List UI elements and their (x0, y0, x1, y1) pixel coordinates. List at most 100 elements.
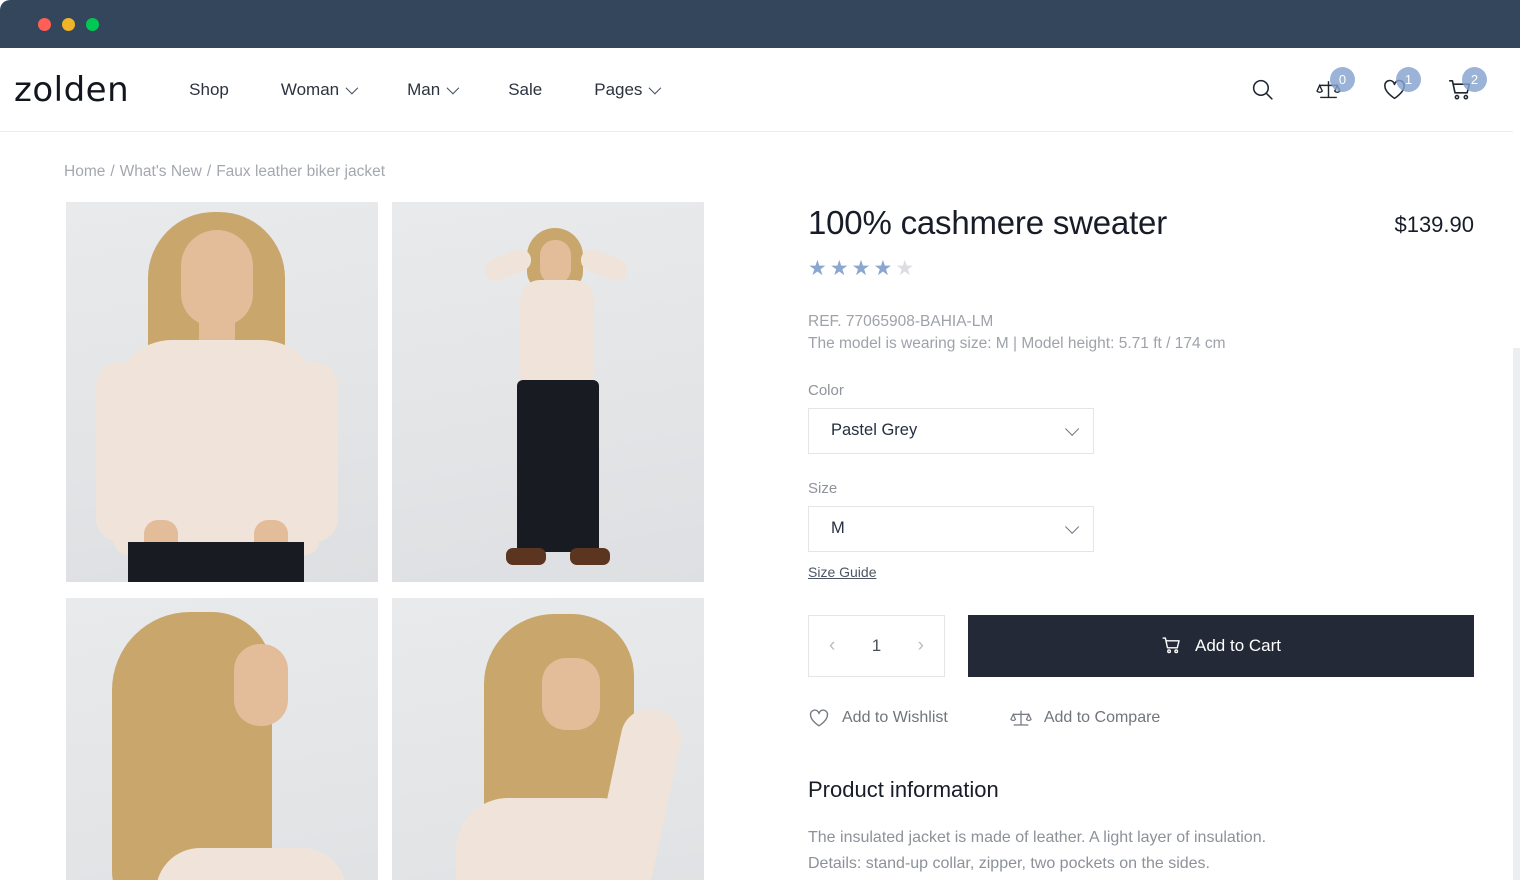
star-filled: ★ (829, 256, 850, 280)
purchase-row: ‹ 1 › Add to Cart (808, 614, 1474, 677)
model-sweater (114, 340, 319, 555)
color-field: Color Pastel Grey (808, 382, 1474, 454)
site-header: zolden Shop Woman Man Sale Pages 0 1 2 (0, 48, 1520, 132)
heart-icon (809, 709, 829, 727)
chevron-down-icon (648, 81, 662, 95)
scales-icon (1010, 710, 1032, 726)
chevron-down-icon (1065, 519, 1080, 534)
close-window-button[interactable] (38, 17, 51, 31)
add-to-wishlist-label: Add to Wishlist (842, 708, 948, 726)
model-hand-on-face (542, 658, 600, 730)
breadcrumb-item-home[interactable]: Home (64, 163, 105, 181)
nav-item-shop[interactable]: Shop (189, 80, 229, 100)
model-face (181, 230, 253, 326)
cart-badge: 2 (1462, 66, 1487, 92)
breadcrumb-separator: / (110, 163, 115, 180)
model-pants (517, 380, 599, 552)
minimize-window-button[interactable] (62, 17, 75, 31)
nav-item-woman[interactable]: Woman (280, 79, 359, 100)
nav-item-sale[interactable]: Sale (508, 80, 542, 100)
product-price: $139.90 (1394, 212, 1474, 237)
main-navigation: Shop Woman Man Sale Pages (189, 80, 1248, 100)
star-filled: ★ (808, 256, 828, 280)
page-scrollbar-track[interactable] (1513, 48, 1520, 880)
nav-label-pages: Pages (594, 79, 643, 99)
window-controls (38, 17, 99, 31)
rating-stars[interactable]: ★ ★ ★ ★ ★ (808, 256, 1474, 281)
product-information-body: The insulated jacket is made of leather.… (808, 825, 1474, 877)
search-button[interactable] (1248, 76, 1276, 104)
breadcrumb: Home / What's New / Faux leather biker j… (0, 132, 1520, 181)
product-image-1[interactable] (66, 202, 378, 582)
search-icon (1252, 79, 1273, 100)
quantity-value: 1 (871, 635, 882, 655)
model-face-profile (234, 644, 288, 726)
cart-icon (1162, 637, 1180, 654)
color-select[interactable]: Pastel Grey (808, 407, 1094, 454)
size-guide-link[interactable]: Size Guide (808, 564, 876, 580)
add-to-wishlist-button[interactable]: Add to Wishlist (808, 707, 948, 729)
compare-button[interactable]: 0 (1314, 66, 1355, 104)
nav-label-man: Man (407, 79, 441, 99)
add-to-cart-label: Add to Cart (1195, 635, 1281, 655)
size-label: Size (808, 479, 838, 497)
product-reference: REF. 77065908-BAHIA-LM (808, 312, 994, 330)
page-viewport: zolden Shop Woman Man Sale Pages 0 1 2 H… (0, 48, 1520, 880)
product-model-info: The model is wearing size: M | Model hei… (808, 335, 1226, 353)
star-filled: ★ (873, 256, 894, 280)
nav-item-man[interactable]: Man (407, 79, 460, 100)
product-details-panel: 100% cashmere sweater $139.90 ★ ★ ★ ★ ★ … (704, 202, 1474, 880)
wishlist-button[interactable]: 1 (1380, 66, 1421, 104)
title-row: 100% cashmere sweater $139.90 (808, 204, 1474, 242)
add-to-compare-label: Add to Compare (1043, 708, 1161, 726)
nav-label-woman: Woman (280, 79, 340, 99)
chevron-down-icon (446, 81, 460, 95)
description-line-1: The insulated jacket is made of leather.… (808, 828, 1267, 846)
nav-label-shop: Shop (189, 79, 229, 99)
wishlist-badge: 1 (1396, 66, 1421, 92)
cart-button[interactable]: 2 (1446, 66, 1487, 104)
model-face (540, 240, 571, 284)
breadcrumb-separator: / (206, 163, 212, 180)
breadcrumb-item-current: Faux leather biker jacket (216, 163, 386, 180)
quantity-stepper[interactable]: ‹ 1 › (808, 614, 945, 677)
quantity-decrease-button[interactable]: ‹ (829, 635, 835, 657)
add-to-compare-button[interactable]: Add to Compare (1010, 707, 1161, 729)
model-sweater (156, 848, 346, 880)
size-select[interactable]: M (808, 505, 1094, 552)
model-sweater (520, 280, 594, 386)
maximize-window-button[interactable] (86, 17, 99, 31)
color-label: Color (808, 381, 844, 399)
window-titlebar (0, 0, 1520, 48)
product-image-2[interactable] (392, 202, 704, 582)
add-to-cart-button[interactable]: Add to Cart (968, 614, 1474, 677)
product-image-4[interactable] (392, 598, 704, 880)
header-actions: 0 1 2 (1248, 66, 1487, 104)
product-title: 100% cashmere sweater (808, 204, 1167, 241)
color-selected-value: Pastel Grey (831, 421, 918, 440)
star-filled: ★ (851, 256, 872, 280)
model-left-shoe (506, 548, 546, 565)
size-field: Size M Size Guide (808, 480, 1474, 582)
product-information-heading: Product information (808, 776, 999, 802)
star-empty: ★ (895, 256, 916, 280)
secondary-actions: Add to Wishlist Add to Compare (808, 707, 1474, 729)
model-right-shoe (570, 548, 610, 565)
nav-label-sale: Sale (508, 79, 543, 99)
site-logo[interactable]: zolden (14, 70, 129, 110)
nav-item-pages[interactable]: Pages (594, 79, 662, 100)
product-meta: REF. 77065908-BAHIA-LM The model is wear… (808, 311, 1474, 356)
description-line-2: Details: stand-up collar, zipper, two po… (808, 854, 1210, 872)
breadcrumb-item-whats-new[interactable]: What's New (120, 163, 202, 181)
quantity-increase-button[interactable]: › (918, 635, 924, 657)
product-gallery (66, 202, 704, 880)
size-selected-value: M (831, 519, 845, 538)
model-left-sleeve (96, 362, 144, 542)
product-page-main: 100% cashmere sweater $139.90 ★ ★ ★ ★ ★ … (0, 181, 1520, 880)
chevron-down-icon (345, 81, 359, 95)
chevron-down-icon (1065, 421, 1080, 436)
page-scrollbar-thumb[interactable] (1513, 48, 1520, 348)
model-pants (128, 542, 304, 582)
product-image-3[interactable] (66, 598, 378, 880)
model-right-sleeve (290, 362, 338, 542)
